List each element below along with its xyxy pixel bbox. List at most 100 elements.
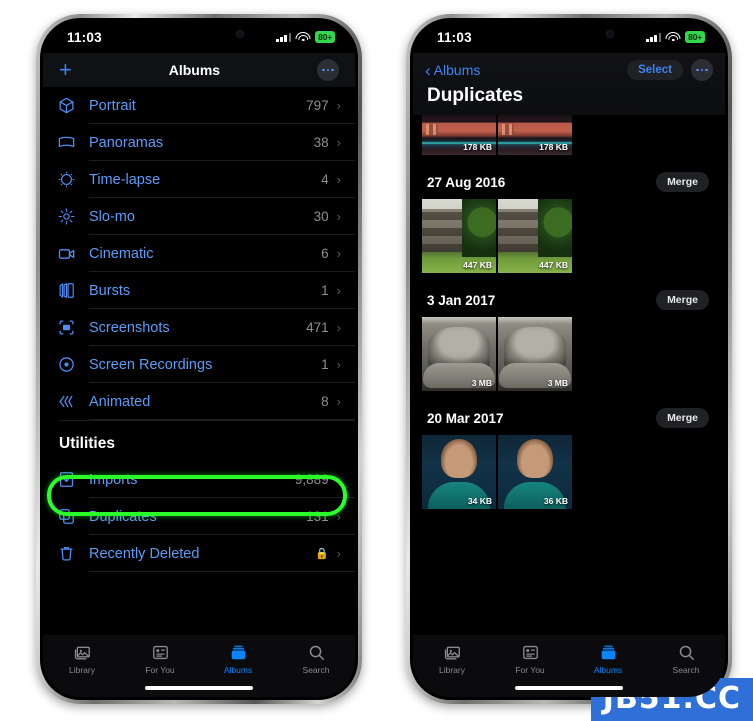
back-button[interactable]: ‹ Albums [425,62,480,79]
sidebar-item-panoramas[interactable]: Panoramas 38 › [43,124,355,161]
screen-recordings-icon [57,355,85,374]
album-label: Animated [89,393,151,410]
album-count: 1 [321,283,329,298]
tab-for-you[interactable]: For You [499,642,561,675]
tab-label: For You [515,665,545,675]
library-icon [73,642,92,662]
phone-right-screen: 11:03 80+ ‹ Albums Select Duplicates 178… [413,21,725,697]
photo-thumbnail[interactable]: 3 MB [422,317,496,391]
status-time: 11:03 [67,29,102,45]
photo-thumbnail[interactable]: 3 MB [498,317,572,391]
album-label: Portrait [89,97,136,114]
section-heading-utilities: Utilities [59,435,115,452]
imports-icon [57,470,85,489]
album-label: Bursts [89,282,131,299]
duplicates-nav-bar: ‹ Albums Select [413,53,725,87]
ellipsis-icon[interactable] [691,59,713,81]
sidebar-item-cinematic[interactable]: Cinematic 6 › [43,235,355,272]
tab-label: Albums [593,665,623,675]
chevron-left-icon: ‹ [425,60,431,80]
home-indicator [515,686,623,690]
sidebar-item-screen-recordings[interactable]: Screen Recordings 1 › [43,346,355,383]
album-count: 9,889 [294,472,329,487]
library-icon [443,642,462,662]
sidebar-item-duplicates[interactable]: Duplicates 131 › [43,498,355,535]
albums-list[interactable]: Portrait 797 › Panoramas 38 › Time-lapse… [43,87,355,635]
sidebar-item-time-lapse[interactable]: Time-lapse 4 › [43,161,355,198]
cinematic-icon [57,244,85,264]
sidebar-item-bursts[interactable]: Bursts 1 › [43,272,355,309]
albums-nav-bar: + Albums [43,53,355,87]
album-label: Time-lapse [89,171,161,188]
panorama-icon [57,133,85,152]
tab-search[interactable]: Search [655,642,717,675]
group-date: 3 Jan 2017 [427,292,496,308]
album-label: Screenshots [89,319,170,336]
photo-size: 178 KB [539,142,568,152]
merge-button[interactable]: Merge [656,172,709,192]
chevron-right-icon: › [336,209,341,224]
select-button[interactable]: Select [627,60,683,80]
photo-thumbnail[interactable]: 178 KB [422,115,496,155]
merge-button[interactable]: Merge [656,290,709,310]
album-count: 38 [313,135,329,150]
sidebar-item-recently-deleted[interactable]: Recently Deleted 🔒 › [43,535,355,572]
time-lapse-icon [57,170,85,189]
ellipsis-icon[interactable] [316,59,339,81]
tab-search[interactable]: Search [285,642,347,675]
tab-library[interactable]: Library [421,642,483,675]
screenshot-stage: 11:03 80+ + Albums Portrait 797 › Panora… [0,0,753,721]
merge-button[interactable]: Merge [656,408,709,428]
chevron-right-icon: › [336,394,341,409]
photo-thumbnail[interactable]: 36 KB [498,435,572,509]
photo-size: 3 MB [547,378,568,388]
tab-albums[interactable]: Albums [207,642,269,675]
wifi-icon [295,32,311,42]
photo-size: 34 KB [467,496,492,506]
tab-label: Search [302,665,330,675]
tab-label: Albums [223,665,253,675]
tab-bar-right[interactable]: Library For You Albums Search [413,635,725,697]
album-count: 1 [321,357,329,372]
duplicates-list[interactable]: 178 KB 178 KB 27 Aug 2016 Merge 447 KB 4… [413,115,725,635]
duplicate-pair: 178 KB 178 KB [413,115,725,155]
phone-left-albums: 11:03 80+ + Albums Portrait 797 › Panora… [36,14,362,704]
album-count: 30 [313,209,329,224]
chevron-right-icon: › [336,246,341,261]
tab-for-you[interactable]: For You [129,642,191,675]
battery-badge: 80+ [685,31,705,43]
album-count: 6 [321,246,329,261]
photo-thumbnail[interactable]: 178 KB [498,115,572,155]
sidebar-item-portrait[interactable]: Portrait 797 › [43,87,355,124]
duplicate-pair: 3 MB 3 MB [413,317,725,391]
chevron-right-icon: › [336,509,341,524]
photo-thumbnail[interactable]: 34 KB [422,435,496,509]
duplicate-pair: 447 KB 447 KB [413,199,725,273]
notch [506,21,632,47]
photo-thumbnail[interactable]: 447 KB [498,199,572,273]
chevron-right-icon: › [336,546,341,561]
photo-thumbnail[interactable]: 447 KB [422,199,496,273]
tab-albums[interactable]: Albums [577,642,639,675]
chevron-right-icon: › [336,98,341,113]
status-indicators: 80+ [276,31,335,43]
page-title: Albums [168,62,221,78]
group-date: 27 Aug 2016 [427,174,506,190]
tab-library[interactable]: Library [51,642,113,675]
animated-icon [57,392,85,411]
phone-left-screen: 11:03 80+ + Albums Portrait 797 › Panora… [43,21,355,697]
album-count: 8 [321,394,329,409]
screenshots-icon [57,318,85,337]
sidebar-item-animated[interactable]: Animated 8 › [43,383,355,420]
search-icon [307,642,326,662]
sidebar-item-screenshots[interactable]: Screenshots 471 › [43,309,355,346]
sidebar-item-imports[interactable]: Imports 9,889 › [43,461,355,498]
plus-icon[interactable]: + [59,59,72,81]
for-you-icon [151,642,170,662]
tab-label: Library [439,665,465,675]
album-count: 797 [306,98,329,113]
tab-bar-left[interactable]: Library For You Albums Search [43,635,355,697]
phone-right-duplicates: 11:03 80+ ‹ Albums Select Duplicates 178… [406,14,732,704]
sidebar-item-slo-mo[interactable]: Slo-mo 30 › [43,198,355,235]
wifi-icon [665,32,681,42]
